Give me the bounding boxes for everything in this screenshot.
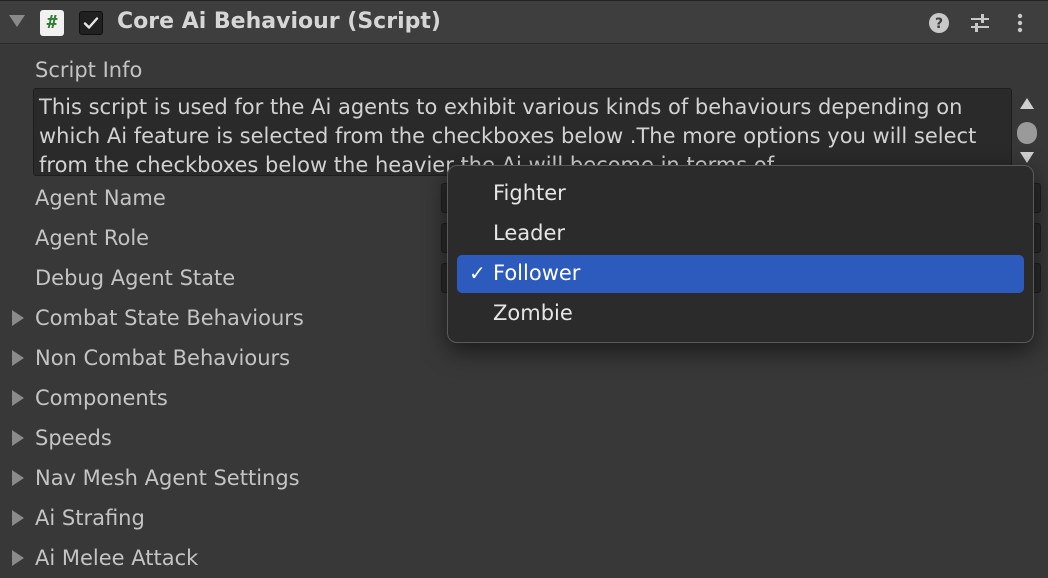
menu-item-follower[interactable]: ✓ Follower <box>457 255 1024 293</box>
foldout-arrow-icon[interactable] <box>12 350 24 366</box>
scroll-thumb[interactable] <box>1017 122 1037 144</box>
inspector-panel: # Core Ai Behaviour (Script) ? Script In… <box>0 0 1048 578</box>
foldout-nav-mesh-agent-settings[interactable]: Nav Mesh Agent Settings <box>35 466 300 490</box>
foldout-combat-state-behaviours[interactable]: Combat State Behaviours <box>35 306 304 330</box>
menu-item-fighter[interactable]: Fighter <box>457 175 1024 213</box>
foldout-components[interactable]: Components <box>35 386 168 410</box>
checkmark-icon <box>83 17 99 29</box>
menu-item-label: Follower <box>493 261 581 285</box>
agent-role-popup-menu: Fighter Leader ✓ Follower Zombie <box>447 165 1034 343</box>
foldout-non-combat-behaviours[interactable]: Non Combat Behaviours <box>35 346 290 370</box>
script-icon: # <box>40 10 64 36</box>
preset-icon[interactable] <box>969 12 991 34</box>
foldout-speeds[interactable]: Speeds <box>35 426 112 450</box>
component-enabled-checkbox[interactable] <box>79 11 103 35</box>
foldout-arrow-icon[interactable] <box>12 550 24 566</box>
agent-name-label: Agent Name <box>35 186 166 210</box>
menu-item-label: Leader <box>493 221 566 245</box>
help-icon[interactable]: ? <box>928 12 950 34</box>
menu-item-label: Fighter <box>493 181 566 205</box>
more-options-icon[interactable] <box>1009 12 1031 34</box>
foldout-arrow-icon[interactable] <box>12 390 24 406</box>
checkmark-icon: ✓ <box>469 261 486 285</box>
scroll-down-arrow-icon[interactable] <box>1020 152 1034 163</box>
component-header[interactable]: # Core Ai Behaviour (Script) ? <box>0 0 1048 44</box>
scroll-up-arrow-icon[interactable] <box>1020 98 1034 109</box>
menu-item-leader[interactable]: Leader <box>457 215 1024 253</box>
foldout-arrow-icon[interactable] <box>12 430 24 446</box>
foldout-arrow-icon[interactable] <box>12 510 24 526</box>
menu-item-zombie[interactable]: Zombie <box>457 295 1024 333</box>
debug-agent-state-label: Debug Agent State <box>35 266 236 290</box>
svg-text:?: ? <box>935 16 943 32</box>
foldout-ai-strafing[interactable]: Ai Strafing <box>35 506 145 530</box>
component-title: Core Ai Behaviour (Script) <box>117 9 441 34</box>
script-info-scrollbar[interactable] <box>1014 90 1040 170</box>
script-info-textarea[interactable]: This script is used for the Ai agents to… <box>33 88 1012 176</box>
foldout-ai-melee-attack[interactable]: Ai Melee Attack <box>35 546 198 570</box>
script-info-label: Script Info <box>35 58 143 82</box>
foldout-arrow-icon[interactable] <box>12 310 24 326</box>
agent-role-label: Agent Role <box>35 226 150 250</box>
script-info-text: This script is used for the Ai agents to… <box>39 95 977 176</box>
foldout-arrow-icon[interactable] <box>9 15 25 27</box>
foldout-arrow-icon[interactable] <box>12 470 24 486</box>
menu-item-label: Zombie <box>493 301 573 325</box>
